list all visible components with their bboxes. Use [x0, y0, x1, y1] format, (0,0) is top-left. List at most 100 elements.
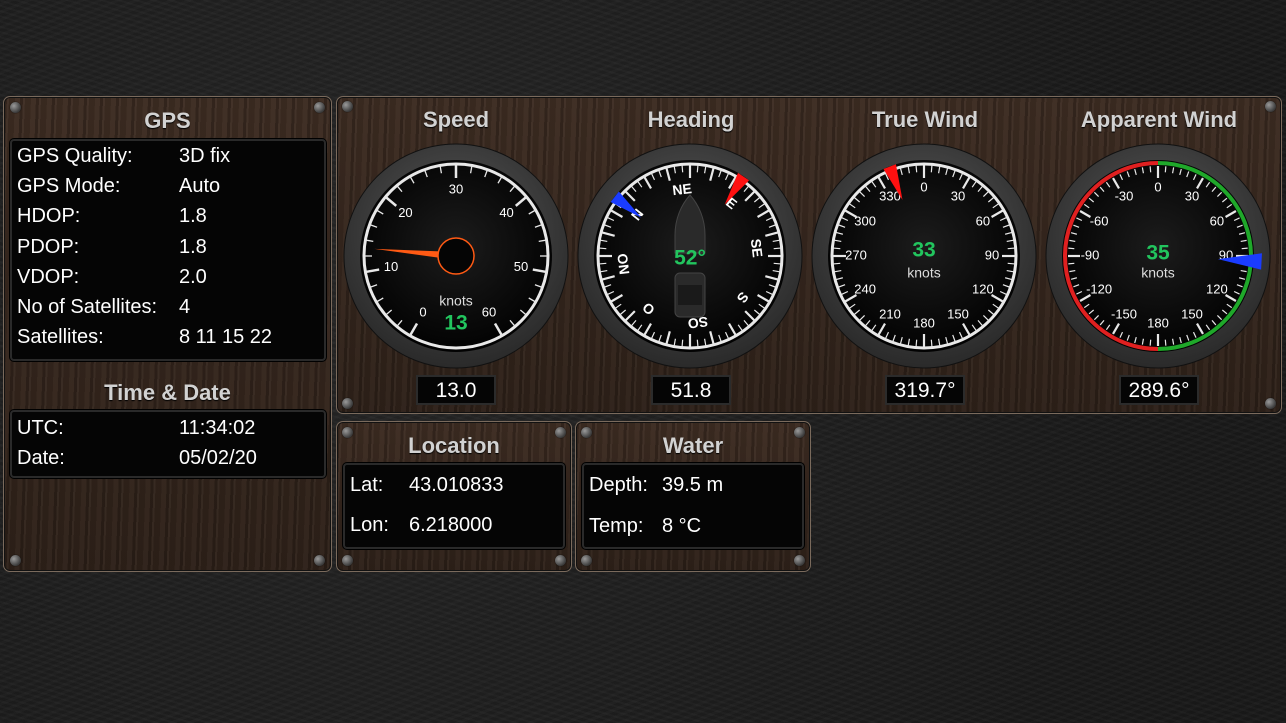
lon-label: Lon:	[350, 514, 389, 536]
gauge-tick	[681, 339, 684, 347]
heading-gauge: NNEESESSOONO52°	[577, 143, 803, 369]
heading-title: Heading	[647, 107, 735, 132]
time-row-value: 05/02/20	[179, 447, 257, 469]
water-title: Water	[662, 433, 724, 458]
speed-title: Speed	[422, 107, 490, 132]
apparent-wind-tick-label: 120	[1206, 281, 1228, 296]
speed-gauge: 0 10 20 30 40 50 60 knots 13	[343, 143, 569, 369]
screw-icon	[581, 555, 592, 566]
water-box: Depth: 39.5 m Temp: 8 °C	[582, 463, 804, 549]
screw-icon	[342, 398, 353, 409]
time-row-label: UTC:	[17, 417, 64, 439]
gps-row-label: PDOP:	[17, 235, 80, 258]
screw-icon	[10, 555, 21, 566]
gauge-tick	[1068, 247, 1075, 250]
apparent-wind-tick-label: 60	[1210, 213, 1224, 228]
lat-value: 43.010833	[409, 474, 504, 496]
gps-row-value: 1.8	[179, 205, 207, 228]
gauge-tick	[833, 262, 841, 265]
gauge-tick	[1241, 247, 1248, 250]
true-wind-unit: knots	[907, 265, 940, 281]
apparent-wind-tick-label: 150	[1181, 306, 1203, 321]
location-box: Lat: 43.010833 Lon: 6.218000	[343, 463, 565, 549]
gauge-tick	[599, 247, 607, 250]
screw-icon	[314, 555, 325, 566]
speed-tick-label: 0	[419, 305, 426, 320]
lat-label: Lat:	[350, 474, 384, 496]
gauge-tick	[1164, 166, 1167, 173]
gps-row-value: 8 11 15 22	[179, 326, 273, 349]
true-wind-tick-label: 120	[972, 281, 994, 296]
gauge-tick	[773, 247, 781, 250]
gauge-tick	[1164, 339, 1167, 346]
gps-row-label: GPS Mode:	[17, 175, 121, 198]
location-panel: Location Lat: 43.010833 Lon: 6.218000	[336, 421, 572, 572]
true-wind-tick-label: 210	[879, 306, 901, 321]
gps-row-label: HDOP:	[17, 205, 81, 228]
gauge-tick	[1007, 247, 1015, 250]
apparent-wind-tick-label: 0	[1154, 179, 1161, 194]
true-wind-value: 33	[912, 239, 935, 262]
time-row-label: Date:	[17, 447, 65, 469]
speed-tick-label: 20	[398, 205, 412, 220]
true-wind-tick-label: 270	[845, 247, 867, 262]
speed-value: 13	[444, 312, 467, 335]
true-wind-readout: 319.7°	[885, 375, 965, 405]
gps-title: GPS	[144, 108, 191, 133]
gauge-tick	[930, 165, 933, 173]
gauge-tick	[599, 262, 607, 265]
gps-row-label: GPS Quality:	[17, 145, 133, 167]
gauge-tick	[1007, 262, 1015, 265]
apparent-wind-tick-label: 30	[1185, 189, 1199, 204]
speed-needle-hub	[437, 237, 475, 275]
gps-row-value: 2.0	[179, 265, 207, 288]
true-wind-tick-label: 60	[976, 213, 990, 228]
gps-row-value: Auto	[179, 175, 221, 198]
apparent-wind-tick-label: -120	[1086, 281, 1112, 296]
temp-label: Temp:	[589, 515, 644, 537]
apparent-wind-unit: knots	[1141, 265, 1174, 281]
gauge-tick	[696, 339, 699, 347]
speed-tick-label: 50	[514, 259, 528, 274]
apparent-wind-tick-label: -150	[1111, 306, 1137, 321]
location-title: Location	[408, 433, 500, 458]
speed-tick-label: 10	[384, 259, 398, 274]
speed-tick-label: 60	[482, 305, 496, 320]
gps-row-value: 4	[179, 296, 191, 318]
true-wind-tick-label: 150	[947, 306, 969, 321]
gauge-tick	[930, 339, 933, 347]
speed-tick-label: 40	[499, 205, 513, 220]
speed-tick-label: 30	[449, 181, 463, 196]
apparent-wind-title: Apparent Wind	[1080, 107, 1238, 132]
time-row-value: 11:34:02	[179, 417, 256, 439]
lon-value: 6.218000	[409, 514, 493, 536]
gps-row-label: No of Satellites:	[17, 296, 158, 318]
gps-row-label: Satellites:	[17, 326, 104, 349]
gauge-tick	[833, 247, 841, 250]
gauge-tick	[1149, 339, 1152, 346]
heading-value: 52°	[674, 247, 706, 270]
compass-label: SE	[748, 238, 766, 258]
time-date-title: Time & Date	[104, 380, 231, 405]
true-wind-tick-label: 0	[920, 179, 927, 194]
true-wind-tick-label: 300	[854, 213, 876, 228]
gauge-tick	[681, 165, 684, 173]
gauge-tick	[773, 262, 781, 265]
depth-label: Depth:	[589, 474, 648, 496]
gauge-tick	[1068, 262, 1075, 265]
apparent-wind-value: 35	[1146, 242, 1170, 265]
gps-panel: GPS GPS Quality: 3D fix GPS Mode: Auto HDOP:…	[3, 96, 332, 572]
compass-label: NO	[614, 252, 632, 275]
gps-row-label: VDOP:	[17, 265, 80, 288]
gauge-tick	[696, 165, 699, 173]
screw-icon	[555, 555, 566, 566]
screw-icon	[1265, 398, 1276, 409]
gps-row-value: 3D fix	[179, 145, 231, 167]
apparent-wind-tick-label: -60	[1090, 213, 1109, 228]
gauge-tick	[915, 165, 918, 173]
speed-unit: knots	[439, 293, 472, 309]
apparent-wind-tick-label: -30	[1115, 189, 1134, 204]
gauge-tick	[1149, 166, 1152, 173]
true-wind-tick-label: 240	[854, 281, 876, 296]
heading-readout: 51.8	[651, 375, 731, 405]
